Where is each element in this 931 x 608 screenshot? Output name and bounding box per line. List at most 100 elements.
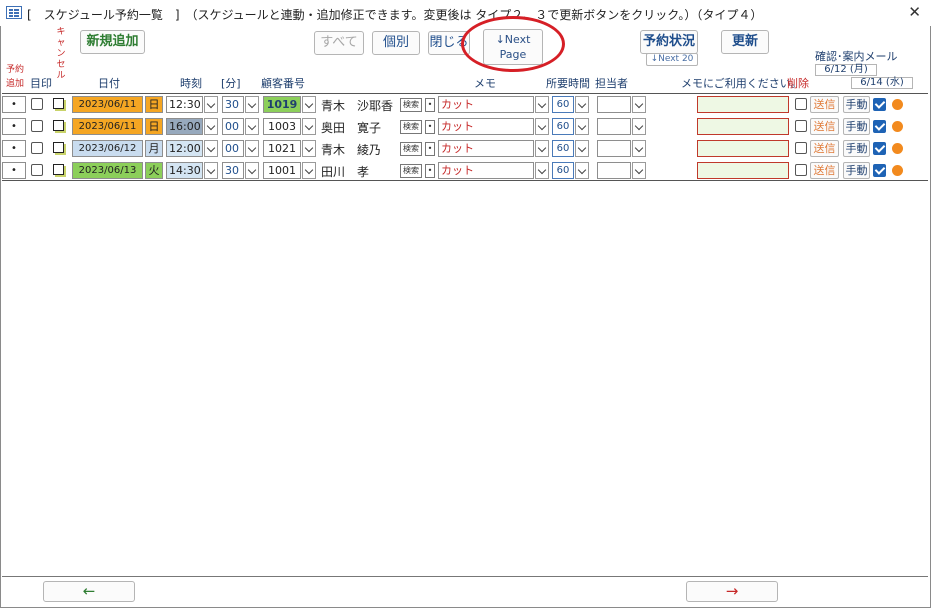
send-button[interactable]: 送信 xyxy=(810,162,839,179)
minute-field[interactable]: 00 xyxy=(222,140,244,157)
individual-button[interactable]: 個別 xyxy=(372,31,420,55)
next-page-button[interactable]: ↓Next Page xyxy=(483,29,543,65)
time-field[interactable]: 16:00 xyxy=(166,118,203,135)
minute-field[interactable]: 00 xyxy=(222,118,244,135)
staff-dropdown-icon[interactable] xyxy=(632,96,646,113)
next-page-arrow-button[interactable]: → xyxy=(686,581,778,602)
duration-dropdown-icon[interactable] xyxy=(575,162,589,179)
duration-field[interactable]: 60 xyxy=(552,162,574,179)
staff-dropdown-icon[interactable] xyxy=(632,162,646,179)
reserve-add-field[interactable]: • xyxy=(2,162,26,179)
staff-field[interactable] xyxy=(597,96,631,113)
send-button[interactable]: 送信 xyxy=(810,118,839,135)
minute-field[interactable]: 30 xyxy=(222,96,244,113)
reservation-status-button[interactable]: 予約状況 xyxy=(640,30,698,54)
send-button[interactable]: 送信 xyxy=(810,96,839,113)
memo-note-input[interactable] xyxy=(697,118,789,135)
date-field[interactable]: 2023/06/11 xyxy=(72,96,143,113)
dot-button[interactable]: • xyxy=(425,98,435,112)
staff-field[interactable] xyxy=(597,118,631,135)
mail-checkbox[interactable] xyxy=(873,164,886,177)
duration-dropdown-icon[interactable] xyxy=(575,96,589,113)
date-field[interactable]: 2023/06/12 xyxy=(72,140,143,157)
customer-no-field[interactable]: 1021 xyxy=(263,140,301,157)
send-button[interactable]: 送信 xyxy=(810,140,839,157)
date-field[interactable]: 2023/06/13 xyxy=(72,162,143,179)
memo-note-input[interactable] xyxy=(697,140,789,157)
reserve-add-field[interactable]: • xyxy=(2,118,26,135)
manual-button[interactable]: 手動 xyxy=(843,140,870,157)
time-field[interactable]: 14:30 xyxy=(166,162,203,179)
minute-field[interactable]: 30 xyxy=(222,162,244,179)
memo-note-input[interactable] xyxy=(697,162,789,179)
cancel-checkbox[interactable] xyxy=(53,142,64,153)
manual-button[interactable]: 手動 xyxy=(843,118,870,135)
delete-checkbox[interactable] xyxy=(795,120,807,132)
mail-checkbox[interactable] xyxy=(873,120,886,133)
search-button[interactable]: 検索 xyxy=(400,142,422,156)
memo-dropdown-icon[interactable] xyxy=(535,140,549,157)
memo-note-input[interactable] xyxy=(697,96,789,113)
cancel-checkbox[interactable] xyxy=(53,98,64,109)
memo-field[interactable]: カット xyxy=(438,118,534,135)
customer-no-field[interactable]: 1001 xyxy=(263,162,301,179)
customer-no-field[interactable]: 1003 xyxy=(263,118,301,135)
refresh-button[interactable]: 更新 xyxy=(721,30,769,54)
customer-dropdown-icon[interactable] xyxy=(302,162,316,179)
duration-dropdown-icon[interactable] xyxy=(575,118,589,135)
mark-checkbox[interactable] xyxy=(31,142,43,154)
all-button[interactable]: すべて xyxy=(314,31,364,55)
search-button[interactable]: 検索 xyxy=(400,164,422,178)
dot-button[interactable]: • xyxy=(425,142,435,156)
staff-dropdown-icon[interactable] xyxy=(632,118,646,135)
time-field[interactable]: 12:00 xyxy=(166,140,203,157)
memo-field[interactable]: カット xyxy=(438,162,534,179)
next20-button[interactable]: ↓Next 20 xyxy=(646,53,698,66)
time-dropdown-icon[interactable] xyxy=(204,118,218,135)
staff-field[interactable] xyxy=(597,162,631,179)
mail-checkbox[interactable] xyxy=(873,98,886,111)
prev-page-button[interactable]: ← xyxy=(43,581,135,602)
minute-dropdown-icon[interactable] xyxy=(245,96,259,113)
memo-dropdown-icon[interactable] xyxy=(535,162,549,179)
minute-dropdown-icon[interactable] xyxy=(245,162,259,179)
duration-field[interactable]: 60 xyxy=(552,118,574,135)
mail-checkbox[interactable] xyxy=(873,142,886,155)
time-dropdown-icon[interactable] xyxy=(204,140,218,157)
minute-dropdown-icon[interactable] xyxy=(245,140,259,157)
memo-field[interactable]: カット xyxy=(438,140,534,157)
mark-checkbox[interactable] xyxy=(31,98,43,110)
delete-checkbox[interactable] xyxy=(795,164,807,176)
memo-dropdown-icon[interactable] xyxy=(535,118,549,135)
delete-checkbox[interactable] xyxy=(795,98,807,110)
customer-no-field[interactable]: 1019 xyxy=(263,96,301,113)
new-add-button[interactable]: 新規追加 xyxy=(80,30,145,54)
staff-field[interactable] xyxy=(597,140,631,157)
dot-button[interactable]: • xyxy=(425,164,435,178)
duration-dropdown-icon[interactable] xyxy=(575,140,589,157)
dot-button[interactable]: • xyxy=(425,120,435,134)
reserve-add-field[interactable]: • xyxy=(2,96,26,113)
reserve-add-field[interactable]: • xyxy=(2,140,26,157)
close-icon[interactable]: ✕ xyxy=(908,3,921,21)
close-form-button[interactable]: 閉じる xyxy=(428,31,470,55)
search-button[interactable]: 検索 xyxy=(400,98,422,112)
memo-field[interactable]: カット xyxy=(438,96,534,113)
time-dropdown-icon[interactable] xyxy=(204,96,218,113)
customer-dropdown-icon[interactable] xyxy=(302,140,316,157)
memo-dropdown-icon[interactable] xyxy=(535,96,549,113)
manual-button[interactable]: 手動 xyxy=(843,162,870,179)
time-dropdown-icon[interactable] xyxy=(204,162,218,179)
time-field[interactable]: 12:30 xyxy=(166,96,203,113)
mark-checkbox[interactable] xyxy=(31,120,43,132)
minute-dropdown-icon[interactable] xyxy=(245,118,259,135)
customer-dropdown-icon[interactable] xyxy=(302,118,316,135)
mark-checkbox[interactable] xyxy=(31,164,43,176)
search-button[interactable]: 検索 xyxy=(400,120,422,134)
delete-checkbox[interactable] xyxy=(795,142,807,154)
customer-dropdown-icon[interactable] xyxy=(302,96,316,113)
date-field[interactable]: 2023/06/11 xyxy=(72,118,143,135)
duration-field[interactable]: 60 xyxy=(552,140,574,157)
manual-button[interactable]: 手動 xyxy=(843,96,870,113)
cancel-checkbox[interactable] xyxy=(53,164,64,175)
